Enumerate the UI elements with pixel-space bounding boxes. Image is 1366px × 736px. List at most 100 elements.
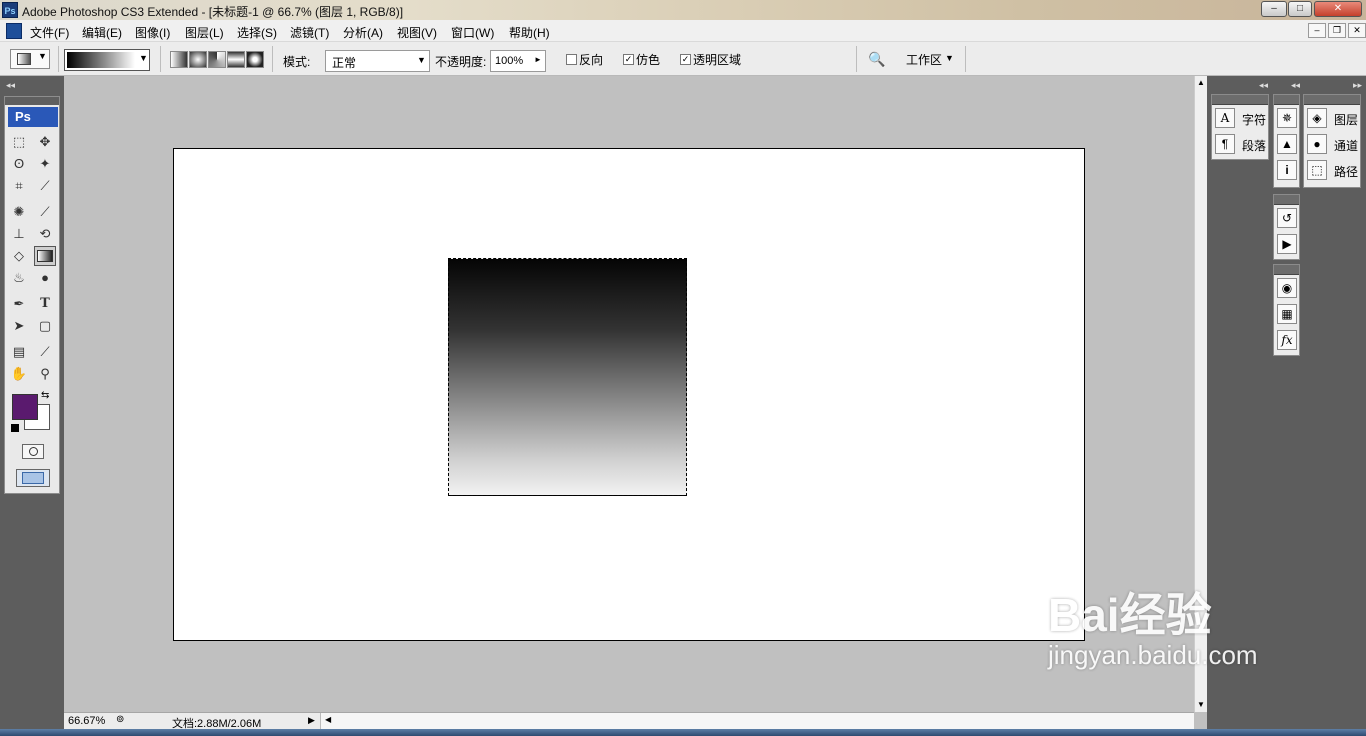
panel-grip[interactable]: [1274, 95, 1299, 105]
foreground-color-swatch[interactable]: [12, 394, 38, 420]
reverse-checkbox[interactable]: [566, 54, 577, 65]
bridge-icon[interactable]: 🔍: [866, 51, 888, 69]
doc-restore-button[interactable]: ❐: [1328, 23, 1346, 38]
layers-panel-button[interactable]: ◈ 图层: [1304, 105, 1360, 131]
status-bar: 66.67% ⊚ 文档:2.88M/2.06M ▶ ◀: [64, 712, 1194, 730]
notes-tool-icon[interactable]: ▤: [8, 342, 30, 362]
horizontal-scrollbar[interactable]: ◀: [320, 713, 1194, 729]
marquee-tool-icon[interactable]: ⬚: [8, 132, 30, 152]
quick-mask-icon[interactable]: [22, 444, 44, 459]
info-icon[interactable]: i: [1277, 160, 1297, 180]
channels-panel-button[interactable]: ● 通道: [1304, 131, 1360, 157]
doc-minimize-button[interactable]: –: [1308, 23, 1326, 38]
panel-grip[interactable]: [1274, 195, 1299, 205]
taskbar: [0, 729, 1366, 736]
navigator-icon[interactable]: ✵: [1277, 108, 1297, 128]
styles-icon[interactable]: fx: [1277, 330, 1297, 350]
color-icon[interactable]: ◉: [1277, 278, 1297, 298]
character-panel-button[interactable]: A 字符: [1212, 105, 1268, 131]
paragraph-label: 段落: [1242, 139, 1267, 153]
transparency-checkbox[interactable]: ✓: [680, 54, 691, 65]
gradient-selection[interactable]: [448, 258, 687, 496]
scroll-down-icon[interactable]: ▼: [1197, 700, 1205, 709]
close-button[interactable]: ✕: [1314, 1, 1362, 17]
path-selection-tool-icon[interactable]: ➤: [8, 316, 30, 336]
menu-file[interactable]: 文件(F): [30, 24, 69, 41]
menu-help[interactable]: 帮助(H): [509, 24, 550, 41]
tool-preset-picker[interactable]: ▼: [10, 49, 50, 69]
history-brush-tool-icon[interactable]: ⟲: [34, 224, 56, 244]
document-icon[interactable]: [6, 23, 22, 39]
doc-close-button[interactable]: ✕: [1348, 23, 1366, 38]
menu-edit[interactable]: 编辑(E): [82, 24, 122, 41]
zoom-level[interactable]: 66.67%: [68, 715, 105, 727]
diamond-gradient-button[interactable]: [246, 51, 264, 68]
menu-layer[interactable]: 图层(L): [185, 24, 224, 41]
dither-checkbox[interactable]: ✓: [623, 54, 634, 65]
gradient-swatch: [67, 52, 135, 68]
title-bar: Ps Adobe Photoshop CS3 Extended - [未标题-1…: [0, 0, 1366, 20]
toolbox-grip[interactable]: [5, 97, 59, 105]
type-tool-icon[interactable]: T: [34, 294, 56, 314]
healing-brush-tool-icon[interactable]: ✺: [8, 202, 30, 222]
expand-arrows-icon[interactable]: ▸▸: [1353, 80, 1362, 91]
pen-tool-icon[interactable]: ✒: [8, 294, 30, 314]
swap-colors-icon[interactable]: ⇆: [41, 390, 49, 401]
screen-mode-icon[interactable]: [16, 469, 50, 487]
magic-wand-tool-icon[interactable]: ✦: [34, 154, 56, 174]
brush-tool-icon[interactable]: ⟋: [34, 202, 56, 222]
crop-tool-icon[interactable]: ⌗: [8, 176, 30, 196]
gradient-tool-icon: [17, 53, 31, 65]
menu-image[interactable]: 图像(I): [135, 24, 170, 41]
collapse-arrows-icon[interactable]: ◂◂: [1259, 80, 1268, 91]
eyedropper-tool-icon[interactable]: ⟋: [34, 342, 56, 362]
histogram-icon[interactable]: ▲: [1277, 134, 1297, 154]
minimize-button[interactable]: ‒: [1261, 1, 1287, 17]
linear-gradient-button[interactable]: [170, 51, 188, 68]
watermark-url: jingyan.baidu.com: [1048, 640, 1258, 670]
reflected-gradient-button[interactable]: [227, 51, 245, 68]
lasso-tool-icon[interactable]: ʘ: [8, 154, 30, 174]
status-menu-arrow-icon[interactable]: ▶: [308, 715, 315, 726]
blur-tool-icon[interactable]: ♨: [8, 268, 30, 288]
swatches-icon[interactable]: ▦: [1277, 304, 1297, 324]
collapse-arrows-icon[interactable]: ◂◂: [1291, 80, 1300, 91]
paths-panel-button[interactable]: ⬚ 路径: [1304, 157, 1360, 183]
default-colors-icon[interactable]: [11, 424, 19, 432]
menu-view[interactable]: 视图(V): [397, 24, 437, 41]
angle-gradient-button[interactable]: [208, 51, 226, 68]
menu-window[interactable]: 窗口(W): [451, 24, 494, 41]
menu-filter[interactable]: 滤镜(T): [290, 24, 329, 41]
zoom-tool-icon[interactable]: ⚲: [34, 364, 56, 384]
options-bar: ▼ ▼ 模式: 正常 ▼ 不透明度: 100% ► 反向 ✓ 仿色 ✓ 透明区域…: [0, 42, 1366, 76]
slice-tool-icon[interactable]: ⟋: [34, 176, 56, 196]
chevron-down-icon: ▼: [417, 55, 426, 65]
paragraph-panel-button[interactable]: ¶ 段落: [1212, 131, 1268, 157]
status-icon[interactable]: ⊚: [116, 714, 124, 725]
history-icon[interactable]: ↺: [1277, 208, 1297, 228]
collapse-arrows-icon[interactable]: ◂◂: [6, 80, 15, 91]
clone-stamp-tool-icon[interactable]: ⊥: [8, 224, 30, 244]
panel-grip[interactable]: [1212, 95, 1268, 105]
move-tool-icon[interactable]: ✥: [34, 132, 56, 152]
workspace-button[interactable]: 工作区: [906, 51, 942, 68]
shape-tool-icon[interactable]: ▢: [34, 316, 56, 336]
menu-select[interactable]: 选择(S): [237, 24, 277, 41]
radial-gradient-button[interactable]: [189, 51, 207, 68]
scroll-up-icon[interactable]: ▲: [1197, 78, 1205, 87]
opacity-field[interactable]: 100% ►: [490, 50, 546, 72]
gradient-tool-icon[interactable]: [34, 246, 56, 266]
panel-grip[interactable]: [1304, 95, 1360, 105]
chevron-down-icon: ▼: [139, 53, 148, 63]
scroll-left-icon[interactable]: ◀: [325, 715, 331, 724]
gradient-picker[interactable]: ▼: [64, 49, 150, 71]
hand-tool-icon[interactable]: ✋: [8, 364, 30, 384]
watermark-brand: Bai经验: [1048, 589, 1212, 641]
menu-analysis[interactable]: 分析(A): [343, 24, 383, 41]
mode-select[interactable]: 正常 ▼: [325, 50, 430, 72]
panel-grip[interactable]: [1274, 265, 1299, 275]
maximize-button[interactable]: □: [1288, 1, 1312, 17]
actions-icon[interactable]: ▶: [1277, 234, 1297, 254]
dodge-tool-icon[interactable]: ●: [34, 268, 56, 288]
eraser-tool-icon[interactable]: ◇: [8, 246, 30, 266]
